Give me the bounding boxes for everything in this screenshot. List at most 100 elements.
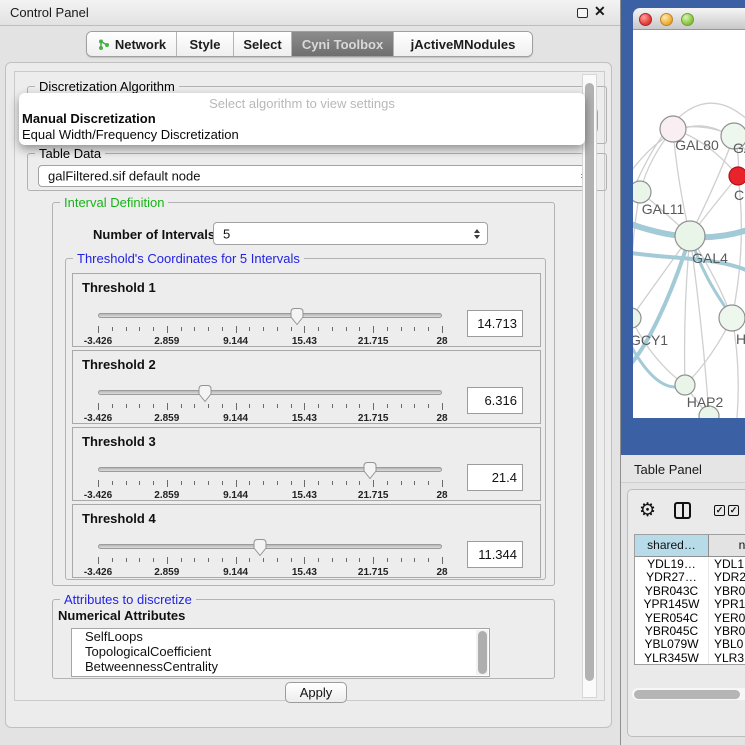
list-item[interactable]: SelfLoops [72,629,489,644]
window-zoom-icon[interactable] [681,13,694,26]
slider-thumb[interactable] [252,538,268,557]
table-row[interactable]: YIL052CYIL0 [635,664,745,665]
checkbox-icon[interactable]: ✓ [714,505,725,516]
control-panel-tabs: Network Style Select Cyni Toolbox jActiv… [86,31,533,57]
interval-definition-group: Interval Definition Number of Intervals … [52,202,555,586]
group-title: Interval Definition [60,195,168,210]
window-close-icon[interactable] [639,13,652,26]
threshold-2-block: Threshold 2 -3.4262.8599.14415.4321.71528… [72,350,541,424]
panel-vertical-scrollbar[interactable] [582,74,597,698]
close-icon[interactable]: ✕ [594,3,606,20]
table-row[interactable]: YBR045CYBR0 [635,624,745,637]
network-canvas[interactable]: GAL80 GA C GAL11 GAL4 GCY1 H HAP2 [633,30,745,418]
list-item[interactable]: TopologicalCoefficient [72,644,489,659]
slider-ticks [98,326,442,335]
float-window-icon[interactable] [577,8,588,18]
threshold-3-block: Threshold 3 -3.4262.8599.14415.4321.71528… [72,427,541,501]
node-label: H [736,331,745,347]
tab-network-label: Network [115,37,166,52]
threshold-value-field[interactable]: 14.713 [467,310,523,337]
panel-title: Control Panel [10,5,89,20]
control-panel-titlebar: Control Panel ✕ [0,0,620,26]
network-window-titlebar [633,8,745,30]
dropdown-hint-option[interactable]: Select algorithm to view settings [19,93,585,111]
combo-arrows-icon [474,229,480,239]
node-selected-red [729,167,745,185]
table-row[interactable]: YER054CYER0 [635,611,745,624]
table-data-combobox[interactable]: galFiltered.sif default node [38,165,595,187]
attributes-group: Attributes to discretize Numerical Attri… [52,599,555,679]
num-intervals-value: 5 [223,226,230,241]
network-icon [97,38,110,51]
table-panel-header: Table Panel [621,455,745,483]
list-item[interactable]: BetweennessCentrality [72,659,489,674]
cytoscape-desktop: GAL80 GA C GAL11 GAL4 GCY1 H HAP2 [621,0,745,455]
slider-thumb[interactable] [197,384,213,403]
slider-tick-labels: -3.4262.8599.14415.4321.71528 [98,336,442,348]
threshold-label: Threshold 3 [82,434,156,449]
threshold-label: Threshold 1 [82,280,156,295]
table-row[interactable]: YBL079WYBL0 [635,637,745,650]
table-row[interactable]: YPR145WYPR1 [635,597,745,610]
threshold-value-field[interactable]: 21.4 [467,464,523,491]
algorithm-dropdown-popup: Select algorithm to view settings Manual… [19,93,585,145]
threshold-value-field[interactable]: 11.344 [467,541,523,568]
threshold-value-field[interactable]: 6.316 [467,387,523,414]
threshold-slider[interactable]: -3.4262.8599.14415.4321.71528 [98,539,442,579]
node-gal4 [675,221,705,251]
threshold-label: Threshold 2 [82,357,156,372]
network-view-window: GAL80 GA C GAL11 GAL4 GCY1 H HAP2 [633,8,745,418]
tab-style[interactable]: Style [177,32,234,56]
table-toolbar: ⚙ ✓ ✓ [628,500,745,530]
numerical-attributes-label: Numerical Attributes [58,608,185,623]
list-scrollbar[interactable] [476,630,488,675]
table-data-value: galFiltered.sif default node [48,169,200,184]
control-panel: Control Panel ✕ Network Style Select Cyn… [0,0,620,745]
tab-select[interactable]: Select [234,32,292,56]
cyni-toolbox-panel: Discretization Algorithm Table Data galF… [5,62,612,728]
threshold-slider[interactable]: -3.4262.8599.14415.4321.71528 [98,308,442,348]
table-row[interactable]: YLR345WYLR3 [635,651,745,664]
table-row[interactable]: YBR043CYBR0 [635,584,745,597]
column-header-shared-name[interactable]: shared… [635,535,709,556]
table-row[interactable]: YDL19…YDL1 [635,557,745,570]
threshold-slider[interactable]: -3.4262.8599.14415.4321.71528 [98,462,442,502]
list-items: SelfLoopsTopologicalCoefficientBetweenne… [72,629,489,674]
slider-ticks [98,557,442,566]
column-header-name[interactable]: na [709,535,745,556]
table-panel-area: ⚙ ✓ ✓ shared… na YDL19…YDL1YDR27…YDR2YBR… [621,483,745,745]
threshold-slider[interactable]: -3.4262.8599.14415.4321.71528 [98,385,442,425]
column-layout-icon[interactable] [674,502,691,519]
table-row[interactable]: YDR27…YDR2 [635,570,745,583]
slider-ticks [98,403,442,412]
tab-jactivemnodules[interactable]: jActiveMNodules [394,32,532,56]
slider-thumb[interactable] [362,461,378,480]
table-panel: ⚙ ✓ ✓ shared… na YDL19…YDL1YDR27…YDR2YBR… [627,489,745,737]
table-horizontal-scrollbar[interactable] [632,688,745,700]
network-graph: GAL80 GA C GAL11 GAL4 GCY1 H HAP2 [633,30,745,418]
num-intervals-combobox[interactable]: 5 [213,222,488,245]
node-label: C [734,187,744,203]
apply-button[interactable]: Apply [285,682,347,703]
dropdown-option-equal-width[interactable]: Equal Width/Frequency Discretization [19,127,585,143]
tab-cyni-toolbox[interactable]: Cyni Toolbox [292,32,394,56]
node-label: GA [733,140,745,156]
dropdown-option-manual[interactable]: Manual Discretization [19,111,585,127]
checkbox-icon[interactable]: ✓ [728,505,739,516]
group-title: Threshold's Coordinates for 5 Intervals [73,251,304,266]
table-header-row: shared… na [635,535,745,557]
node-gcy1 [633,308,641,328]
node [719,305,745,331]
window-minimize-icon[interactable] [660,13,673,26]
group-title: Table Data [35,146,105,161]
threshold-1-block: Threshold 1 -3.4262.8599.14415.4321.71528… [72,273,541,347]
node-attribute-table: shared… na YDL19…YDL1YDR27…YDR2YBR043CYB… [634,534,745,665]
node-hap2 [675,375,695,395]
num-intervals-label: Number of Intervals [93,227,215,242]
numerical-attributes-list[interactable]: SelfLoopsTopologicalCoefficientBetweenne… [71,628,490,677]
threshold-label: Threshold 4 [82,511,156,526]
gear-icon[interactable]: ⚙ [639,500,656,522]
slider-thumb[interactable] [289,307,305,326]
slider-tick-labels: -3.4262.8599.14415.4321.71528 [98,413,442,425]
tab-network[interactable]: Network [87,32,177,56]
